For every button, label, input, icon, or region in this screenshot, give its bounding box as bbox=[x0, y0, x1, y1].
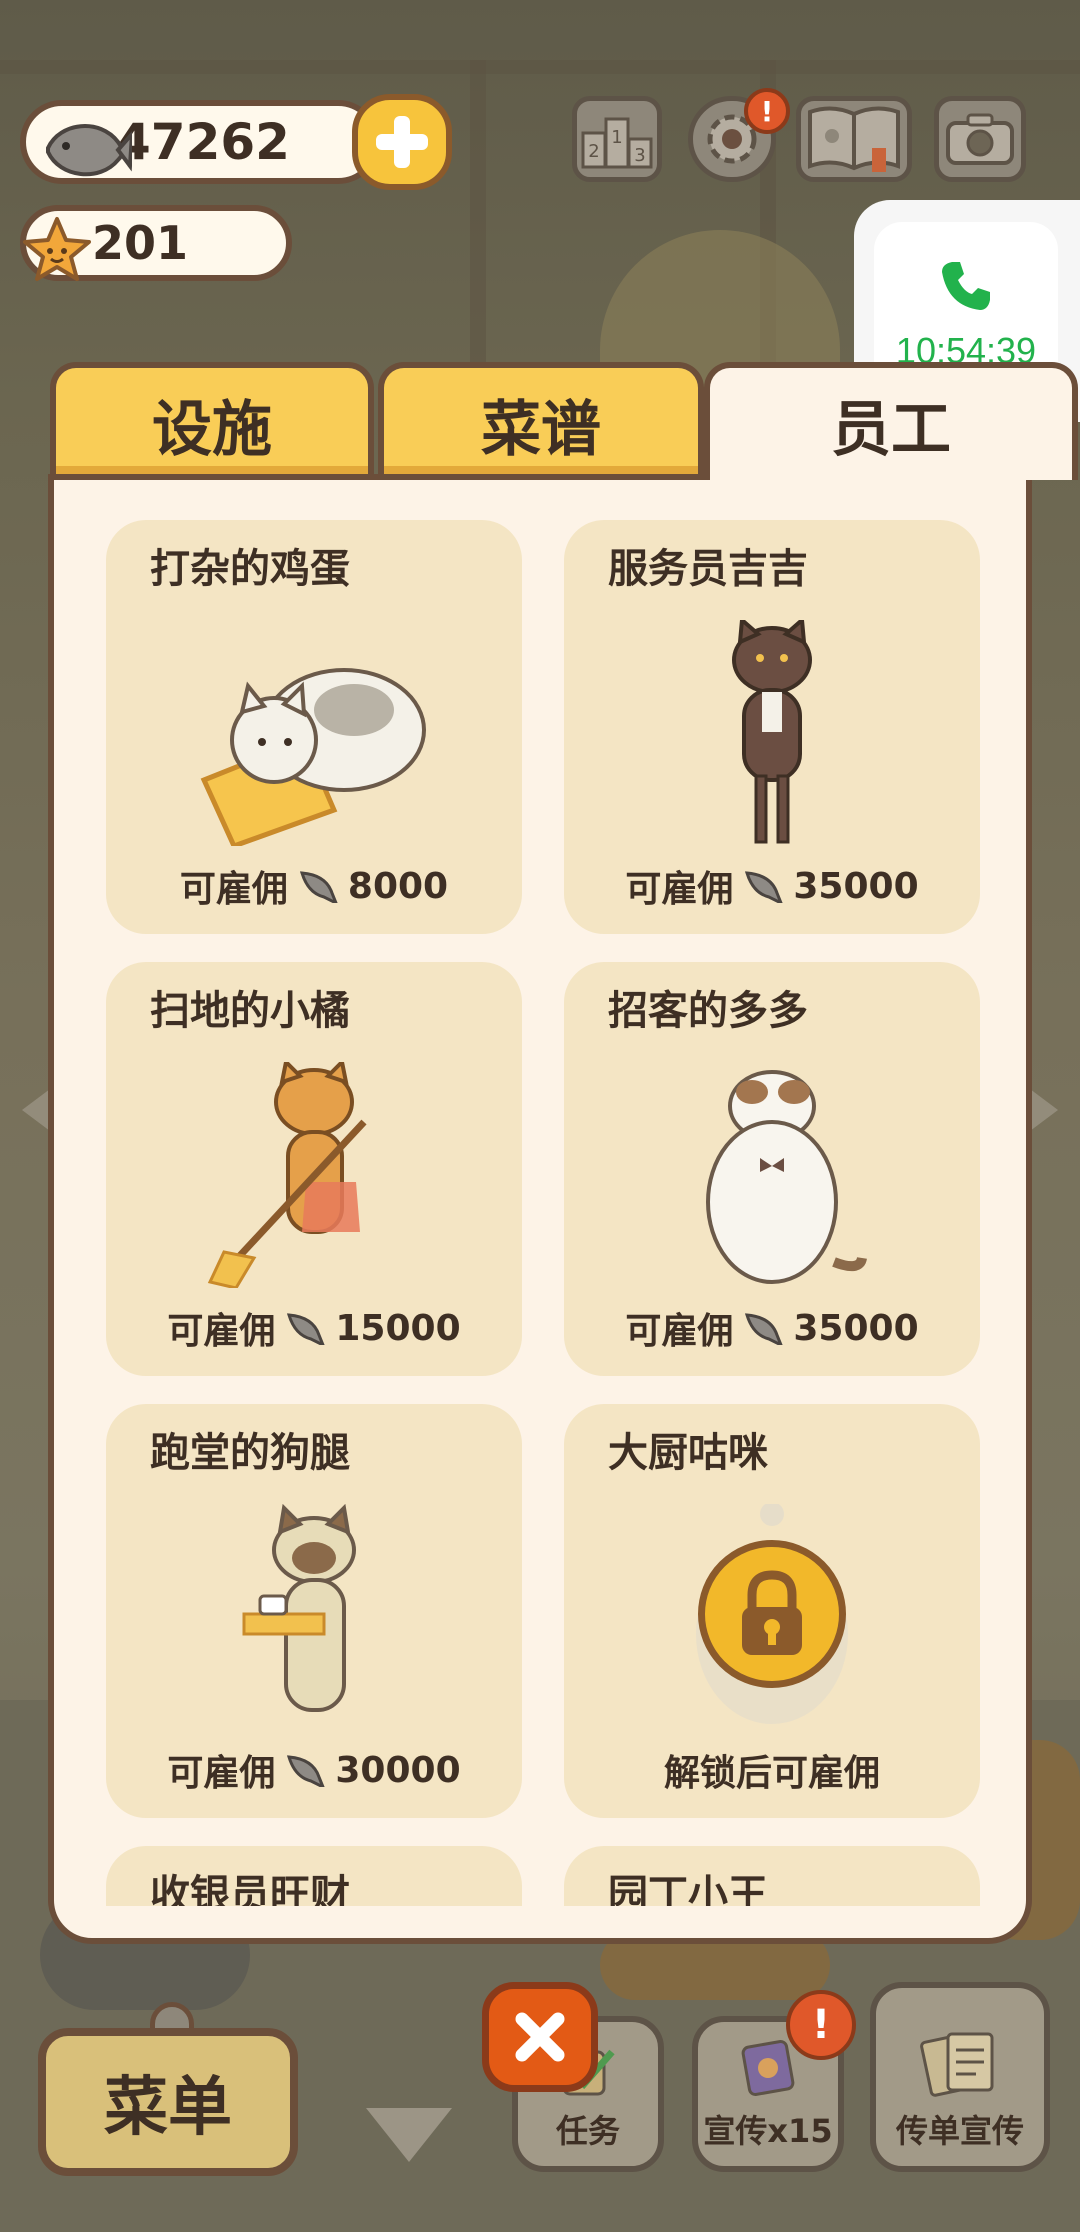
panel-tabs: 设施 菜谱 员工 bbox=[50, 362, 1078, 482]
wall-pillar bbox=[470, 60, 486, 380]
cat-goutui-illustration bbox=[242, 1504, 356, 1712]
staff-price: 15000 bbox=[335, 1307, 461, 1349]
camera-button[interactable] bbox=[934, 96, 1026, 182]
fish-icon bbox=[745, 871, 783, 903]
staff-name: 服务员吉吉 bbox=[608, 546, 808, 592]
staff-name: 园丁小王 bbox=[608, 1872, 768, 1906]
staff-name: 大厨咕咪 bbox=[608, 1430, 768, 1476]
book-icon bbox=[808, 106, 900, 172]
promotion-alert-badge: ! bbox=[786, 1990, 856, 2060]
staff-price: 30000 bbox=[335, 1749, 461, 1791]
tasks-label: 任务 bbox=[555, 2112, 620, 2150]
star-icon bbox=[22, 215, 92, 294]
staff-card[interactable]: 收银员旺财 bbox=[106, 1846, 522, 1906]
staff-hire-info: 可雇佣 35000 bbox=[564, 1302, 980, 1354]
staff-price: 35000 bbox=[793, 865, 919, 907]
staff-grid: 打杂的鸡蛋 可雇佣 8000 服务员吉吉 可雇佣 35000 扫地的小橘 可雇佣… bbox=[106, 520, 986, 1906]
staff-status: 解锁后可雇佣 bbox=[663, 1753, 880, 1794]
staff-card[interactable]: 招客的多多 可雇佣 35000 bbox=[564, 962, 980, 1376]
staff-price: 8000 bbox=[347, 865, 449, 907]
staff-card[interactable]: 跑堂的狗腿 可雇佣 30000 bbox=[106, 1404, 522, 1818]
staff-name: 收银员旺财 bbox=[150, 1872, 350, 1906]
staff-name: 招客的多多 bbox=[608, 988, 808, 1034]
close-panel-button[interactable] bbox=[482, 1982, 598, 2092]
staff-card[interactable]: 扫地的小橘 可雇佣 15000 bbox=[106, 962, 522, 1376]
staff-hire-info: 可雇佣 15000 bbox=[106, 1302, 522, 1354]
camera-icon bbox=[946, 113, 1014, 165]
ranking-icon: 2 1 3 bbox=[581, 117, 653, 169]
star-counter: 201 bbox=[20, 205, 292, 281]
svg-text:1: 1 bbox=[611, 127, 622, 148]
flyer-label: 传单宣传 bbox=[895, 2112, 1024, 2150]
lock-icon bbox=[698, 1540, 846, 1688]
svg-text:2: 2 bbox=[588, 141, 599, 162]
staff-card[interactable]: 园丁小王 bbox=[564, 1846, 980, 1906]
star-count: 201 bbox=[92, 216, 189, 270]
staff-hire-info: 可雇佣 30000 bbox=[106, 1744, 522, 1796]
cat-xiaoju-illustration bbox=[207, 1062, 367, 1288]
tab-facilities[interactable]: 设施 bbox=[50, 362, 374, 480]
fish-icon bbox=[40, 112, 135, 200]
cat-duoduo-illustration bbox=[706, 1070, 867, 1284]
staff-status: 可雇佣 bbox=[625, 869, 734, 910]
ranking-button[interactable]: 2 1 3 bbox=[572, 96, 662, 182]
fish-icon bbox=[299, 871, 338, 903]
fish-icon bbox=[287, 1313, 325, 1345]
staff-price: 35000 bbox=[793, 1307, 919, 1349]
phone-icon bbox=[942, 262, 990, 310]
cat-egg-illustration bbox=[200, 668, 426, 846]
fish-count: 47262 bbox=[116, 113, 290, 171]
staff-hire-info: 可雇佣 35000 bbox=[564, 860, 980, 912]
promotion-label: 宣传x15 bbox=[703, 2112, 833, 2150]
staff-name: 打杂的鸡蛋 bbox=[150, 546, 350, 592]
svg-text:3: 3 bbox=[634, 145, 645, 166]
fish-icon bbox=[745, 1313, 783, 1345]
poster-icon bbox=[741, 2039, 795, 2097]
staff-name: 跑堂的狗腿 bbox=[150, 1430, 350, 1476]
settings-alert-badge: ! bbox=[744, 88, 790, 134]
add-currency-button[interactable] bbox=[352, 94, 452, 190]
plus-icon bbox=[376, 116, 428, 168]
close-icon bbox=[515, 2012, 565, 2062]
fish-icon bbox=[287, 1755, 325, 1787]
staff-hire-info: 可雇佣 8000 bbox=[106, 860, 522, 912]
cat-jiji-illustration bbox=[732, 620, 812, 844]
staff-status: 可雇佣 bbox=[167, 1753, 276, 1794]
tab-staff[interactable]: 员工 bbox=[704, 362, 1078, 480]
staff-card[interactable]: 打杂的鸡蛋 可雇佣 8000 bbox=[106, 520, 522, 934]
staff-hire-info: 解锁后可雇佣 bbox=[564, 1744, 980, 1796]
staff-name: 扫地的小橘 bbox=[150, 988, 350, 1034]
staff-panel: 打杂的鸡蛋 可雇佣 8000 服务员吉吉 可雇佣 35000 扫地的小橘 可雇佣… bbox=[48, 474, 1032, 1944]
staff-card-locked[interactable]: 大厨咕咪 解锁后可雇佣 bbox=[564, 1404, 980, 1818]
staff-status: 可雇佣 bbox=[167, 1311, 276, 1352]
fish-currency-counter: 47262 bbox=[20, 100, 380, 184]
flyer-promotion-button[interactable]: 传单宣传 bbox=[870, 1982, 1050, 2172]
staff-card[interactable]: 服务员吉吉 可雇佣 35000 bbox=[564, 520, 980, 934]
recipe-book-button[interactable] bbox=[796, 96, 912, 182]
staff-status: 可雇佣 bbox=[179, 869, 288, 910]
staff-status: 可雇佣 bbox=[625, 1311, 734, 1352]
tab-recipes[interactable]: 菜谱 bbox=[378, 362, 704, 480]
flyer-icon bbox=[920, 2032, 994, 2097]
ceiling-beam bbox=[0, 60, 1080, 74]
menu-button[interactable]: 菜单 bbox=[38, 2028, 298, 2176]
